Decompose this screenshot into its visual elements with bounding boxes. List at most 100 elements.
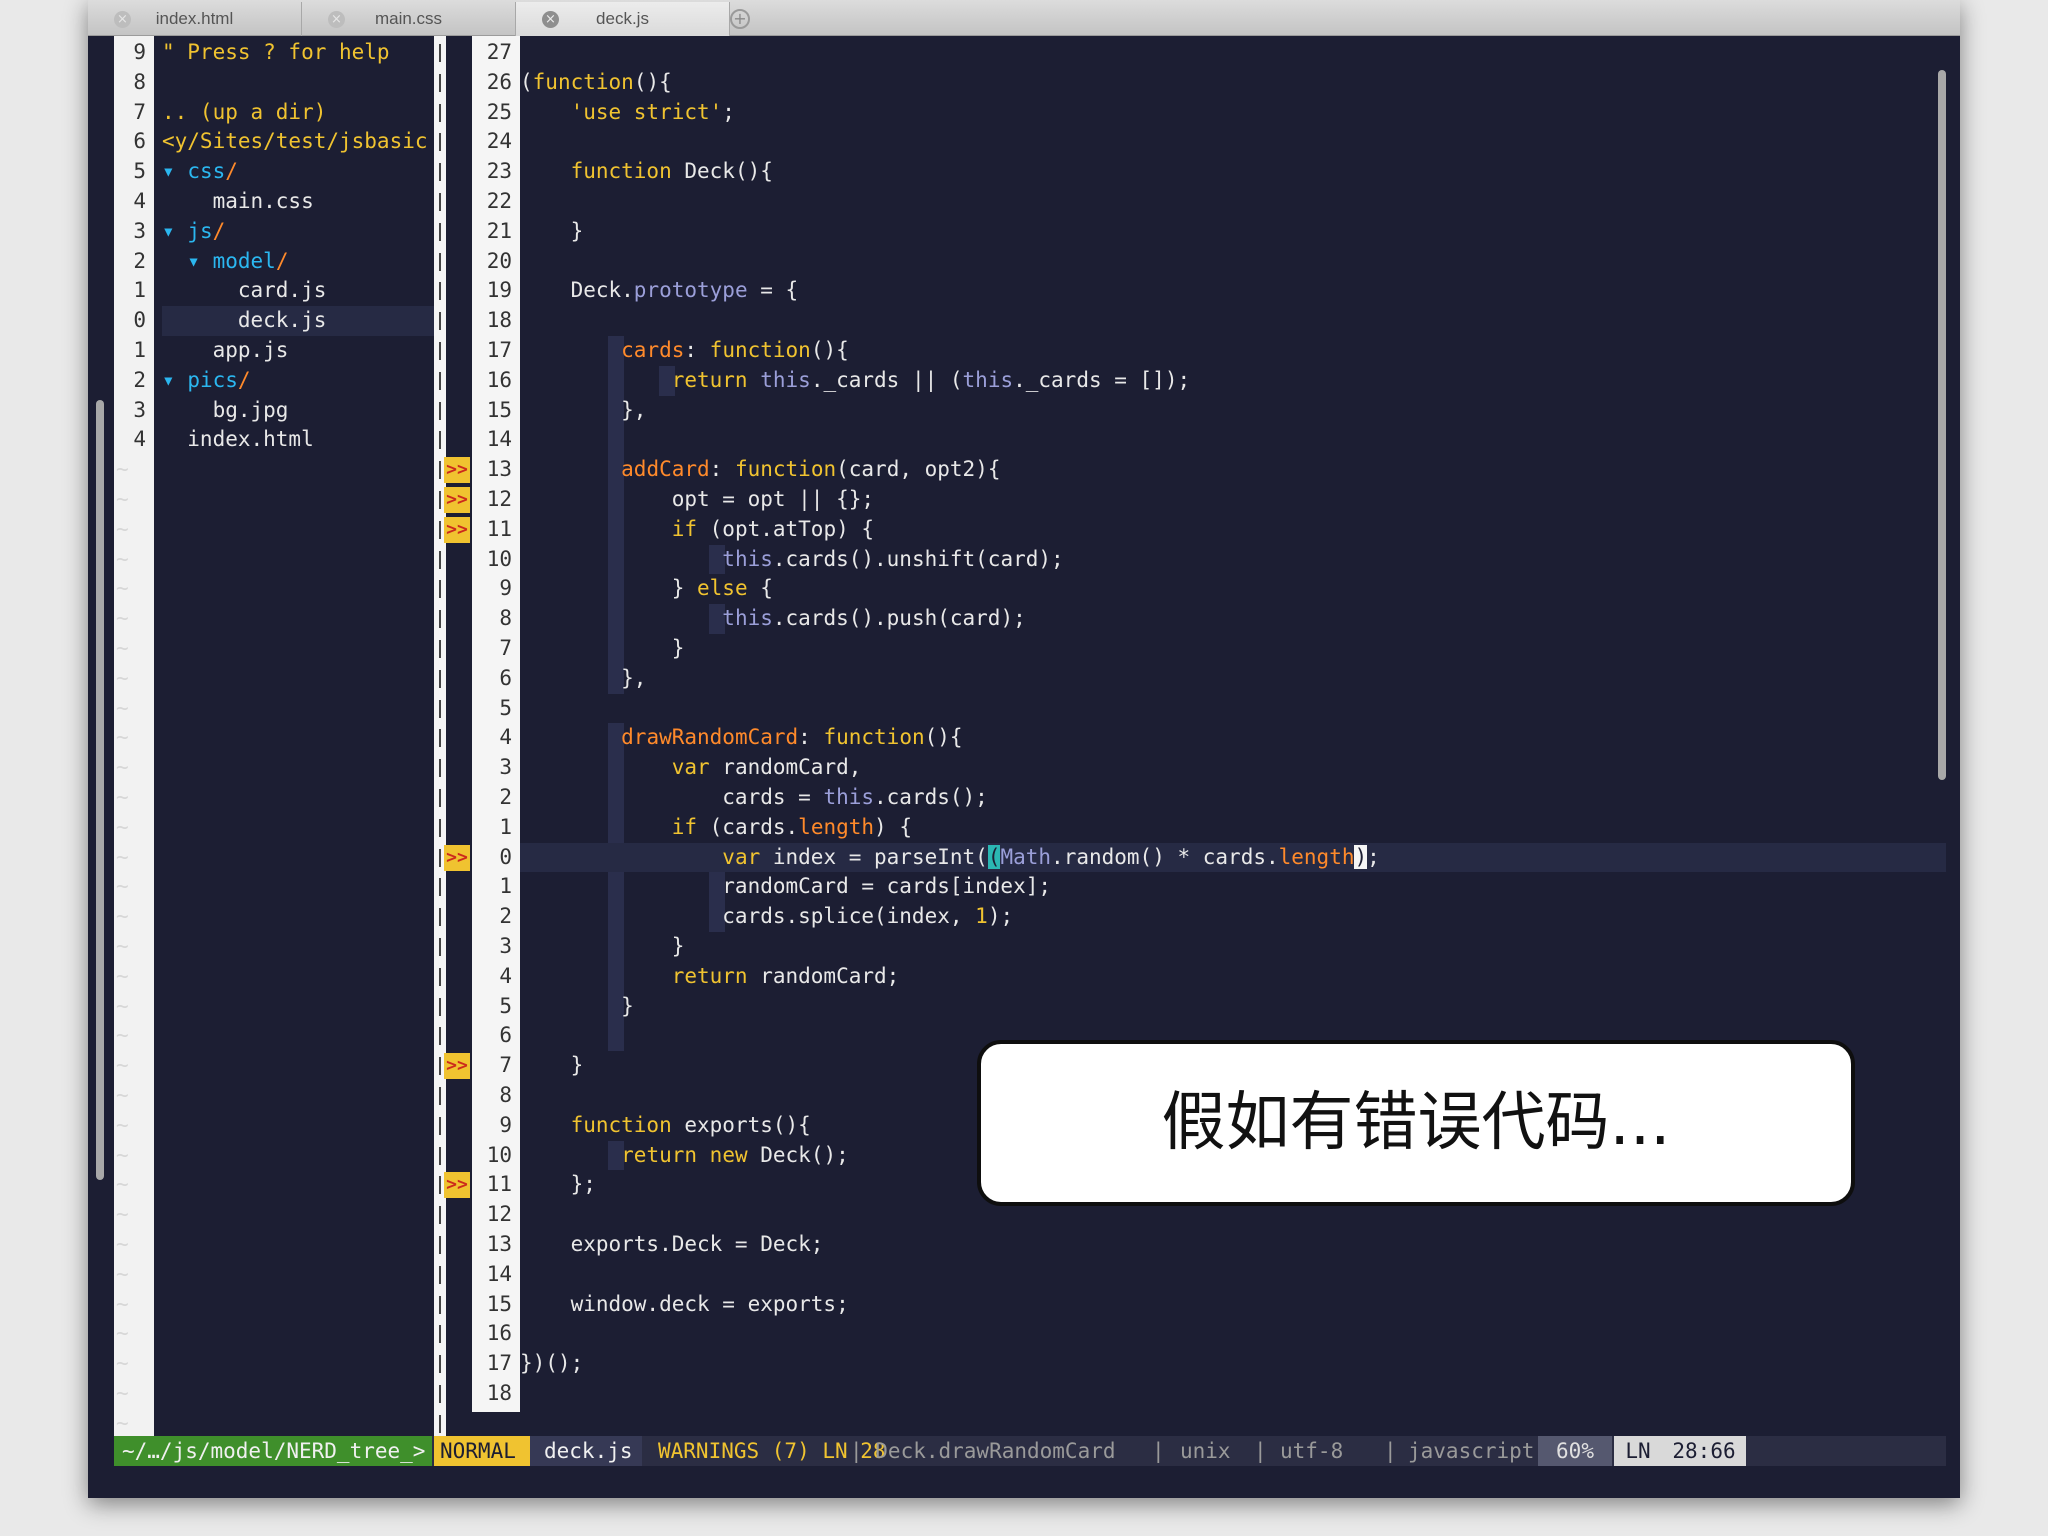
nerdtree-entry[interactable]: 5 ▾ css/	[114, 157, 434, 187]
nerdtree-entry[interactable]: 9 " Press ? for help	[114, 38, 434, 68]
line-number: 26	[486, 69, 512, 94]
code-line[interactable]: opt = opt || {};	[520, 485, 1946, 515]
nerdtree-entry[interactable]: 4 index.html	[114, 425, 434, 455]
warning-sign-icon[interactable]: >>	[444, 516, 470, 543]
warning-sign-icon[interactable]: >>	[444, 844, 470, 871]
code-line[interactable]: return this._cards || (this._cards = [])…	[520, 366, 1946, 396]
tab-main-css[interactable]: × main.css	[302, 2, 516, 36]
code-line[interactable]: }	[520, 217, 1946, 247]
code-line[interactable]	[520, 187, 1946, 217]
nerdtree-entry[interactable]: 3 bg.jpg	[114, 396, 434, 426]
code-line[interactable]: cards: function(){	[520, 336, 1946, 366]
code-line[interactable]	[520, 1260, 1946, 1290]
code-line[interactable]	[520, 1319, 1946, 1349]
code-line[interactable]: return new Deck();	[520, 1141, 1946, 1171]
line-number: 1	[499, 874, 512, 899]
code-line[interactable]: },	[520, 396, 1946, 426]
nerdtree-entry[interactable]: 1 app.js	[114, 336, 434, 366]
code-line[interactable]: })();	[520, 1349, 1946, 1379]
nerdtree-entry[interactable]: 2 ▾ pics/	[114, 366, 434, 396]
warning-sign-icon[interactable]: >>	[444, 1053, 470, 1080]
tab-index-html[interactable]: × index.html	[88, 2, 302, 36]
nerdtree-entry[interactable]: 0 deck.js	[114, 306, 434, 336]
left-scrollbar[interactable]	[96, 400, 104, 1180]
code-line[interactable]	[520, 127, 1946, 157]
code-line[interactable]: this.cards().unshift(card);	[520, 545, 1946, 575]
code-line[interactable]: var randomCard,	[520, 753, 1946, 783]
line-number: 23	[486, 159, 512, 184]
empty-line-tilde: ~	[116, 1261, 129, 1286]
code-view[interactable]: (function(){ 'use strict'; function Deck…	[520, 36, 1946, 1436]
plus-icon[interactable]: +	[730, 9, 750, 29]
nerdtree-entry[interactable]: 2 ▾ model/	[114, 247, 434, 277]
nerdtree-entry[interactable]: 8	[114, 68, 434, 98]
split-bar-segment	[439, 640, 441, 658]
code-line[interactable]	[520, 425, 1946, 455]
empty-line-tilde: ~	[116, 665, 129, 690]
code-line[interactable]: cards = this.cards();	[520, 783, 1946, 813]
code-line[interactable]: }	[520, 634, 1946, 664]
code-line[interactable]: this.cards().push(card);	[520, 604, 1946, 634]
line-number: 17	[486, 1351, 512, 1376]
nerdtree-entry[interactable]: 6 <y/Sites/test/jsbasic	[114, 127, 434, 157]
code-line[interactable]: function Deck(){	[520, 157, 1946, 187]
code-line[interactable]	[520, 247, 1946, 277]
code-line[interactable]: window.deck = exports;	[520, 1290, 1946, 1320]
code-line[interactable]	[520, 1021, 1946, 1051]
status-encoding: utf-8	[1280, 1439, 1344, 1463]
code-line[interactable]	[520, 1200, 1946, 1230]
code-line[interactable]	[520, 1081, 1946, 1111]
code-line[interactable]: function exports(){	[520, 1111, 1946, 1141]
code-line[interactable]: }	[520, 932, 1946, 962]
warning-sign-icon[interactable]: >>	[444, 1172, 470, 1199]
split-bar-segment	[439, 1325, 441, 1344]
warning-sign-icon[interactable]: >>	[444, 457, 470, 484]
code-line[interactable]: };	[520, 1170, 1946, 1200]
code-line[interactable]: }	[520, 1051, 1946, 1081]
tab-bar: × index.html × main.css × deck.js +	[88, 0, 1960, 36]
code-line[interactable]: (function(){	[520, 68, 1946, 98]
nerdtree-pane[interactable]: 9 " Press ? for help 8 7 .. (up a dir) 6 <y/Si…	[114, 36, 434, 1436]
code-line[interactable]: randomCard = cards[index];	[520, 872, 1946, 902]
code-line[interactable]	[520, 1379, 1946, 1409]
split-separator[interactable]	[434, 36, 446, 1436]
status-function: | Deck.drawRandomCard	[850, 1439, 1116, 1463]
line-number: 16	[486, 367, 512, 392]
line-number: 4	[133, 427, 146, 452]
line-number: 3	[133, 218, 146, 243]
nerdtree-entry[interactable]: 7 .. (up a dir)	[114, 98, 434, 128]
nerdtree-entry[interactable]: 1 card.js	[114, 276, 434, 306]
code-line[interactable]: 'use strict';	[520, 98, 1946, 128]
status-filename: deck.js	[530, 1436, 642, 1466]
code-line[interactable]: },	[520, 664, 1946, 694]
code-line[interactable]	[520, 306, 1946, 336]
tab-deck-js[interactable]: × deck.js	[516, 2, 730, 36]
nerdtree-entry[interactable]: 4 main.css	[114, 187, 434, 217]
warning-sign-icon[interactable]: >>	[444, 487, 470, 513]
nerdtree-entry[interactable]: 3 ▾ js/	[114, 217, 434, 247]
code-line[interactable]: Deck.prototype = {	[520, 276, 1946, 306]
code-line[interactable]: exports.Deck = Deck;	[520, 1230, 1946, 1260]
code-line[interactable]: } else {	[520, 574, 1946, 604]
code-line[interactable]	[520, 38, 1946, 68]
line-number: 12	[486, 1202, 512, 1227]
code-line[interactable]: drawRandomCard: function(){	[520, 723, 1946, 753]
line-number: 0	[133, 308, 146, 333]
split-bar-segment	[439, 431, 441, 450]
split-bar-segment	[439, 669, 441, 688]
code-line[interactable]: addCard: function(card, opt2){	[520, 455, 1946, 485]
code-line[interactable]: return randomCard;	[520, 962, 1946, 992]
nerdtree-entry-label: index.html	[162, 427, 314, 452]
code-line[interactable]: if (cards.length) {	[520, 813, 1946, 843]
empty-line-tilde: ~	[116, 457, 129, 482]
code-line[interactable]: }	[520, 992, 1946, 1022]
editor-area[interactable]: 9 " Press ? for help 8 7 .. (up a dir) 6 <y/Si…	[114, 36, 1946, 1436]
line-number: 20	[486, 248, 512, 273]
code-line[interactable]	[520, 694, 1946, 724]
code-line[interactable]: var index = parseInt((Math.random() * ca…	[520, 842, 1946, 873]
line-number: 6	[499, 665, 512, 690]
empty-line-tilde: ~	[116, 1172, 129, 1197]
split-bar-segment	[439, 1116, 441, 1135]
code-line[interactable]: if (opt.atTop) {	[520, 515, 1946, 545]
code-line[interactable]: cards.splice(index, 1);	[520, 902, 1946, 932]
